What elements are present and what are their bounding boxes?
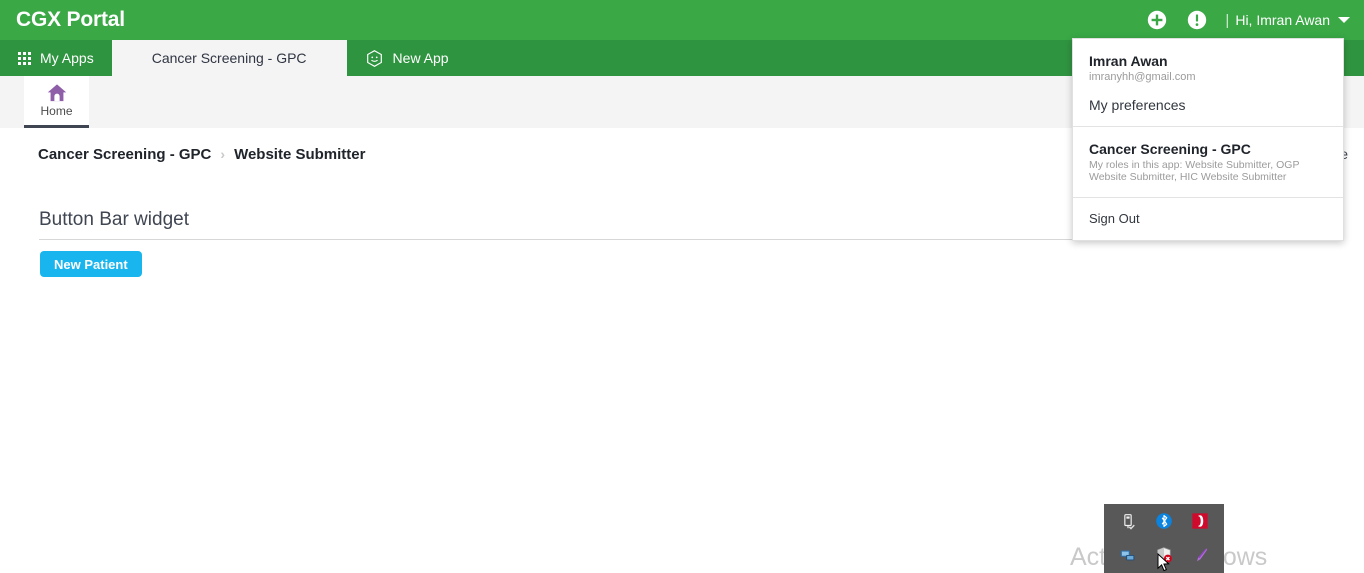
tab-new-app[interactable]: New App [347, 40, 467, 76]
pen-icon[interactable] [1191, 546, 1209, 564]
page-title: Button Bar widget [39, 209, 189, 230]
header-actions: | Hi, Imran Awan [1137, 0, 1364, 40]
breadcrumb-current: Website Submitter [234, 145, 366, 163]
breadcrumb-parent[interactable]: Cancer Screening - GPC [38, 146, 211, 163]
dropdown-user-name: Imran Awan [1089, 53, 1168, 69]
tray-row-top [1104, 504, 1224, 538]
menu-item-sign-out[interactable]: Sign Out [1089, 211, 1327, 226]
dropdown-signout-section: Sign Out [1073, 196, 1343, 240]
dropdown-app-section: Cancer Screening - GPC My roles in this … [1073, 126, 1343, 197]
dropdown-user-email: imranyhh@gmail.com [1089, 71, 1196, 83]
grid-apps-icon [18, 51, 31, 65]
tray-row-bottom [1104, 538, 1224, 572]
tab-my-apps-label: My Apps [40, 50, 94, 66]
tab-cancer-screening-gpc-label: Cancer Screening - GPC [151, 50, 307, 66]
usb-icon[interactable] [1119, 512, 1137, 530]
dropdown-user-section: Imran Awan imranyhh@gmail.com My prefere… [1073, 39, 1343, 126]
new-patient-button[interactable]: New Patient [40, 251, 142, 277]
system-tray-overlay [1104, 504, 1224, 573]
exclamation-circle-icon[interactable] [1187, 10, 1207, 30]
hexagon-cube-icon [366, 49, 382, 67]
plus-circle-icon[interactable] [1147, 10, 1167, 30]
menu-item-my-preferences[interactable]: My preferences [1089, 97, 1327, 113]
brand-title: CGX Portal [16, 8, 125, 31]
house-icon [47, 84, 66, 102]
subtab-home-label: Home [40, 104, 73, 118]
opera-icon[interactable] [1191, 512, 1209, 530]
subtab-home[interactable]: Home [24, 76, 89, 128]
app-header: CGX Portal | Hi, Imran Awan [0, 0, 1364, 40]
account-dropdown-menu: Imran Awan imranyhh@gmail.com My prefere… [1072, 38, 1344, 241]
bluetooth-icon[interactable] [1155, 512, 1173, 530]
shield-alert-icon[interactable] [1155, 546, 1173, 564]
breadcrumb-separator-icon: › [220, 146, 226, 162]
chevron-down-icon[interactable] [1338, 17, 1350, 23]
tab-cancer-screening-gpc[interactable]: Cancer Screening - GPC [111, 40, 347, 76]
header-divider: | [1225, 11, 1230, 29]
dropdown-app-name[interactable]: Cancer Screening - GPC [1089, 141, 1327, 157]
network-icon[interactable] [1119, 546, 1137, 564]
user-greeting[interactable]: Hi, Imran Awan [1235, 12, 1330, 28]
tab-my-apps[interactable]: My Apps [0, 40, 112, 76]
tab-new-app-label: New App [392, 50, 449, 66]
dropdown-app-roles: My roles in this app: Website Submitter,… [1089, 159, 1300, 183]
